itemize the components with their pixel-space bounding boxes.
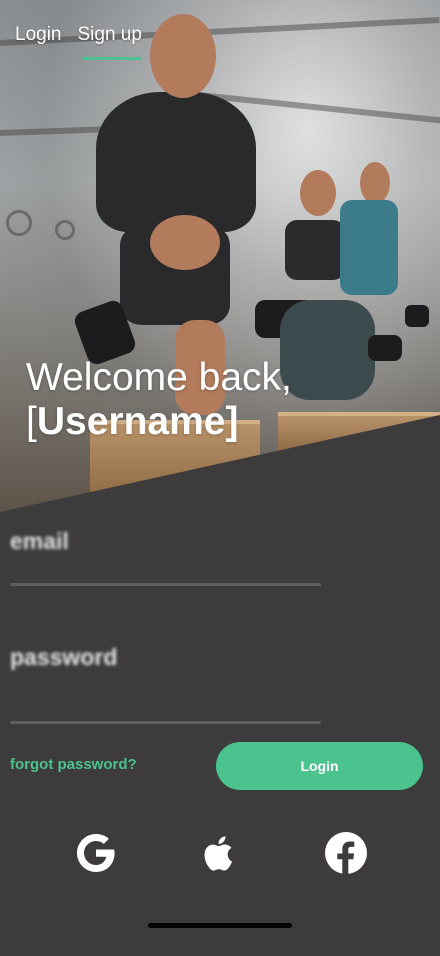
login-button[interactable]: Login <box>216 742 423 790</box>
apple-icon <box>204 836 232 871</box>
home-indicator <box>148 923 292 928</box>
email-label: email <box>10 528 69 554</box>
forgot-password-link[interactable]: forgot password? <box>10 756 137 773</box>
facebook-icon <box>325 832 367 874</box>
welcome-line: Welcome back, <box>26 356 292 399</box>
password-field[interactable]: password <box>10 644 321 726</box>
email-field[interactable]: email <box>10 528 321 588</box>
facebook-login-button[interactable] <box>323 830 369 876</box>
password-label: password <box>10 644 118 670</box>
auth-tabs: Login Sign up <box>15 24 142 46</box>
google-icon <box>77 834 115 872</box>
username: Username <box>36 400 226 443</box>
tab-login[interactable]: Login <box>15 24 62 46</box>
welcome-heading: Welcome back, [Username] <box>26 356 292 444</box>
username-bracket-close: ] <box>225 400 239 443</box>
username-line: [Username] <box>26 400 292 444</box>
apple-login-button[interactable] <box>196 830 242 876</box>
email-underline <box>10 583 321 586</box>
tab-signup[interactable]: Sign up <box>78 24 142 46</box>
active-tab-indicator <box>82 57 142 60</box>
password-underline <box>10 721 321 724</box>
google-login-button[interactable] <box>73 830 119 876</box>
username-bracket-open: [ <box>26 400 37 443</box>
